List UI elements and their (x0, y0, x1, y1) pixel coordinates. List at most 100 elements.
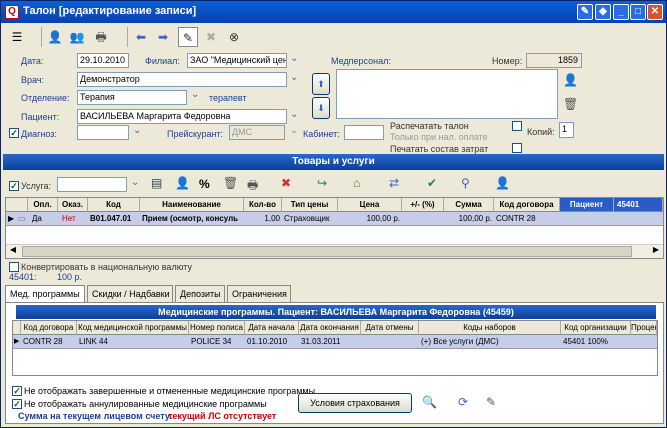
branch-field[interactable]: ЗАО "Медицинский цент (187, 53, 287, 68)
tab-discounts[interactable]: Скидки / Надбавки (87, 285, 173, 302)
users-icon[interactable]: 👥 (67, 27, 87, 47)
move-up-button[interactable]: ⬆ (312, 73, 330, 95)
service-chevron-icon[interactable]: ⌄ (131, 177, 139, 188)
col-paid[interactable]: Опл. (28, 198, 58, 212)
cell-contract: CONTR 28 (496, 214, 536, 223)
col-price[interactable]: Цена (338, 198, 402, 212)
col-start[interactable]: Дата начала (245, 321, 299, 335)
col-program-code[interactable]: Код медицинской программы (77, 321, 189, 335)
service-checkbox[interactable]: ✓ (9, 181, 19, 191)
department-field[interactable]: Терапия (77, 90, 187, 105)
check-icon[interactable]: ✔ (427, 176, 437, 190)
col-contract[interactable]: Код договора (494, 198, 560, 212)
col-code[interactable]: Код (88, 198, 140, 212)
ticket-window: Q Талон [редактирование записи] ✎ ◆ _ □ … (0, 0, 667, 428)
table-row[interactable]: ▶ ▭ Да Нет B01.047.01 Прием (осмотр, кон… (6, 212, 663, 226)
diagnosis-field[interactable] (77, 125, 129, 140)
col-extra[interactable]: 45401 (614, 198, 663, 212)
table-row[interactable]: ▶ CONTR 28 LINK 44 POLICE 34 01.10.2010 … (13, 335, 657, 349)
scrollbar-thumb[interactable] (22, 246, 632, 257)
cell-code: B01.047.01 (90, 214, 132, 223)
wrench-icon[interactable]: ✎ (577, 4, 593, 20)
service-field[interactable] (57, 177, 127, 192)
date-field[interactable]: 29.10.2010 (77, 53, 129, 68)
redo-icon[interactable]: ↪ (317, 176, 327, 190)
patient-field[interactable]: ВАСИЛЬЕВА Маргарита Федоровна (77, 109, 287, 124)
search-icon[interactable]: 🔍 (422, 395, 437, 409)
col-patient[interactable]: Пациент (560, 198, 614, 212)
print-ticket-checkbox[interactable] (512, 121, 522, 131)
branch-chevron-icon[interactable]: ⌄ (290, 53, 298, 64)
print-icon[interactable]: 🖶 (247, 176, 258, 197)
copies-field[interactable]: 1 (559, 122, 574, 138)
col-percent[interactable]: Процент (631, 321, 657, 335)
add-staff-icon[interactable]: 👤 (563, 73, 578, 87)
horizontal-scrollbar[interactable]: ◀ ▶ (6, 244, 663, 258)
tab-deposits[interactable]: Депозиты (175, 285, 225, 302)
col-sets[interactable]: Коды наборов (419, 321, 561, 335)
doctor-icon[interactable]: 👤 (495, 176, 510, 190)
doctor-chevron-icon[interactable]: ⌄ (290, 72, 298, 83)
col-qty[interactable]: Кол-во (244, 198, 282, 212)
catalog-icon[interactable]: ▤ (151, 176, 162, 190)
edit-doc-icon[interactable]: ✎ (486, 395, 496, 409)
col-org[interactable]: Код организации (561, 321, 631, 335)
move-down-button[interactable]: ⬇ (312, 97, 330, 119)
cell-paid: Да (32, 214, 42, 223)
tab-medical-programs[interactable]: Мед. программы (5, 285, 85, 303)
diagnosis-chevron-icon[interactable]: ⌄ (133, 125, 141, 136)
printer-icon[interactable]: 🖶 (91, 27, 111, 47)
stamp-icon[interactable]: ⚲ (461, 176, 470, 190)
delete-record-icon[interactable]: ✖ (201, 27, 221, 47)
department-chevron-icon[interactable]: ⌄ (191, 89, 199, 100)
tab-restrictions[interactable]: Ограничения (227, 285, 291, 302)
convert-checkbox[interactable] (9, 262, 19, 272)
cancel-icon[interactable]: ✖ (281, 176, 291, 190)
insurance-conditions-button[interactable]: Условия страхования (298, 393, 412, 413)
cabinet-field[interactable] (344, 125, 384, 140)
maximize-button[interactable]: □ (630, 4, 646, 20)
col-done[interactable]: Оказ. (58, 198, 88, 212)
close-record-icon[interactable]: ⊗ (224, 27, 244, 47)
diagnosis-checkbox[interactable]: ✓ (9, 128, 19, 138)
col-sum[interactable]: Сумма (444, 198, 494, 212)
transfer-icon[interactable]: ⇄ (389, 176, 399, 190)
col-name[interactable]: Наименование (140, 198, 244, 212)
refresh-icon[interactable]: ⟳ (458, 395, 468, 409)
pin-icon[interactable]: ◆ (595, 4, 611, 20)
col-end[interactable]: Дата окончания (299, 321, 361, 335)
col-contract-code[interactable]: Код договора (21, 321, 77, 335)
home-icon[interactable]: ⌂ (353, 176, 360, 190)
total-value: 100 р. (57, 272, 83, 282)
cell-policy: POLICE 34 (191, 337, 232, 346)
scroll-right-icon[interactable]: ▶ (649, 245, 663, 258)
row-checkbox[interactable]: ▭ (18, 212, 26, 225)
minimize-button[interactable]: _ (613, 4, 629, 20)
print-costs-checkbox[interactable] (512, 143, 522, 153)
trash-icon[interactable]: 🗑 (563, 97, 578, 111)
col-pct[interactable]: +/- (%) (402, 198, 444, 212)
forward-arrow-icon[interactable]: ➡ (153, 27, 173, 47)
col-cancel[interactable]: Дата отмены (361, 321, 419, 335)
cell-start: 01.10.2010 (247, 337, 288, 346)
percent-icon[interactable]: % (199, 177, 210, 191)
person-icon[interactable]: 👤 (175, 176, 190, 190)
staff-list[interactable] (336, 69, 558, 119)
col-policy[interactable]: Номер полиса (189, 321, 245, 335)
scroll-left-icon[interactable]: ◀ (6, 245, 20, 258)
trash-icon[interactable]: 🗑 (223, 176, 238, 190)
settings-icon[interactable]: ☰ (7, 27, 27, 47)
doctor-field[interactable]: Демонстратор (77, 72, 287, 87)
cell-end: 31.03.2011 (301, 337, 341, 346)
edit-icon[interactable]: ✎ (178, 27, 198, 47)
user-icon[interactable]: 👤 (45, 27, 65, 47)
hide-finished-checkbox[interactable]: ✓ (12, 386, 22, 396)
hide-cancelled-checkbox[interactable]: ✓ (12, 399, 22, 409)
programs-grid: Код договора Код медицинской программы Н… (12, 320, 658, 376)
back-arrow-icon[interactable]: ⬅ (131, 27, 151, 47)
close-button[interactable]: ✕ (647, 4, 663, 20)
col-price-type[interactable]: Тип цены (282, 198, 338, 212)
patient-chevron-icon[interactable]: ⌄ (290, 109, 298, 120)
row-pointer-icon: ▶ (14, 338, 20, 345)
cell-done: Нет (62, 214, 76, 223)
